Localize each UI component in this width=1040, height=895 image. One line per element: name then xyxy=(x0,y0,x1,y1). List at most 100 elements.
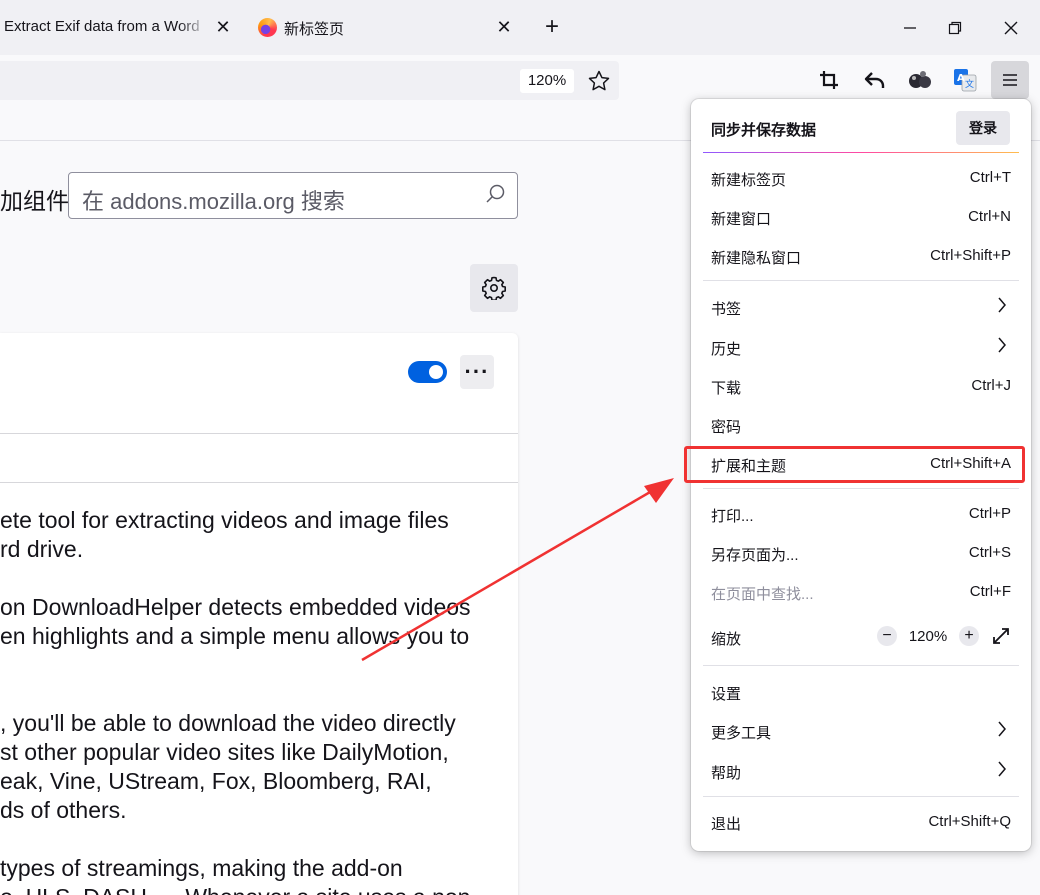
menu-item-label: 帮助 xyxy=(711,765,742,782)
menu-item-new-private-window[interactable]: 新建隐私窗口 Ctrl+Shift+P xyxy=(711,247,1011,271)
addon-more-options-button[interactable]: ··· xyxy=(460,355,494,389)
menu-item-new-tab[interactable]: 新建标签页 Ctrl+T xyxy=(711,169,1011,193)
description-line: en highlights and a simple menu allows y… xyxy=(0,623,470,649)
addon-description: ete tool for extracting videos and image… xyxy=(0,506,540,895)
menu-item-shortcut: Ctrl+Shift+Q xyxy=(928,813,1011,830)
open-menu-button[interactable] xyxy=(991,61,1029,99)
chevron-right-icon xyxy=(998,721,1006,737)
menu-item-label: 另存页面为... xyxy=(711,547,799,564)
description-line: types of streamings, making the add-on xyxy=(0,855,403,881)
close-window-button[interactable] xyxy=(997,14,1025,42)
menu-item-label: 下载 xyxy=(711,380,742,397)
search-placeholder: 在 addons.mozilla.org 搜索 xyxy=(82,189,345,214)
menu-item-shortcut: Ctrl+N xyxy=(968,208,1011,225)
zoom-in-button[interactable]: + xyxy=(959,626,979,646)
translate-icon[interactable]: A文 xyxy=(950,65,980,95)
menu-item-exit[interactable]: 退出 Ctrl+Shift+Q xyxy=(711,813,1011,837)
menu-item-shortcut: Ctrl+Shift+P xyxy=(930,247,1011,264)
addon-enable-toggle[interactable] xyxy=(408,361,447,383)
menu-item-passwords[interactable]: 密码 xyxy=(711,416,1011,440)
menu-item-shortcut: Ctrl+F xyxy=(969,583,1011,600)
menu-item-label: 密码 xyxy=(711,419,742,436)
addon-detail-card: ··· ete tool for extracting videos and i… xyxy=(0,333,518,895)
tab-title: 新标签页 xyxy=(284,21,345,38)
menu-separator xyxy=(703,796,1019,797)
menu-item-label: 新建隐私窗口 xyxy=(711,250,802,267)
close-icon xyxy=(1004,21,1018,35)
menu-item-save-page-as[interactable]: 另存页面为... Ctrl+S xyxy=(711,544,1011,568)
url-bar[interactable]: 120% xyxy=(0,61,619,100)
divider xyxy=(0,482,518,483)
menu-item-label: 新建窗口 xyxy=(711,211,772,228)
menu-item-help[interactable]: 帮助 xyxy=(711,761,1011,786)
extension-spheres-icon[interactable] xyxy=(905,65,935,95)
menu-item-more-tools[interactable]: 更多工具 xyxy=(711,721,1011,746)
zoom-reset-button[interactable]: 120% xyxy=(897,628,959,645)
tab-close-icon[interactable]: ✕ xyxy=(212,16,234,38)
tab-close-icon[interactable]: ✕ xyxy=(493,16,515,38)
tab-bar: Extract Exif data from a Word ✕ 新标签页 ✕ + xyxy=(0,0,1040,55)
addons-search-input[interactable]: 在 addons.mozilla.org 搜索 xyxy=(68,172,518,219)
toggle-knob xyxy=(429,365,443,379)
bookmark-star-icon[interactable] xyxy=(587,69,611,93)
description-line: eak, Vine, UStream, Fox, Bloomberg, RAI, xyxy=(0,768,432,794)
divider xyxy=(0,433,518,434)
zoom-out-button[interactable]: − xyxy=(877,626,897,646)
menu-item-shortcut: Ctrl+J xyxy=(971,377,1011,394)
menu-item-label: 缩放 xyxy=(711,631,742,648)
menu-separator xyxy=(703,488,1019,489)
menu-item-zoom: 缩放 − 120% + xyxy=(711,626,1011,652)
menu-item-shortcut: Ctrl+S xyxy=(968,544,1011,561)
menu-item-label: 新建标签页 xyxy=(711,172,787,189)
fullscreen-icon[interactable] xyxy=(991,626,1011,646)
menu-item-find-in-page[interactable]: 在页面中查找... Ctrl+F xyxy=(711,583,1011,607)
screenshot-crop-icon[interactable] xyxy=(814,65,844,95)
menu-item-history[interactable]: 历史 xyxy=(711,337,1011,362)
sign-in-button[interactable]: 登录 xyxy=(956,111,1010,145)
menu-item-label: 设置 xyxy=(711,686,742,703)
restore-button[interactable] xyxy=(941,14,969,42)
new-tab-button[interactable]: + xyxy=(540,15,564,39)
gear-icon xyxy=(482,276,506,300)
minimize-button[interactable] xyxy=(896,14,924,42)
menu-separator xyxy=(703,665,1019,666)
description-line: ds of others. xyxy=(0,797,127,823)
tab-extract-exif[interactable]: Extract Exif data from a Word ✕ xyxy=(0,0,240,55)
firefox-icon xyxy=(258,18,277,37)
description-line: on DownloadHelper detects embedded video… xyxy=(0,594,471,620)
menu-item-label: 书签 xyxy=(711,301,742,318)
svg-text:A: A xyxy=(957,73,965,84)
menu-item-label: 历史 xyxy=(711,341,742,358)
menu-item-settings[interactable]: 设置 xyxy=(711,683,1011,707)
menu-separator xyxy=(703,280,1019,281)
menu-item-label: 退出 xyxy=(711,816,742,833)
sync-gradient-divider xyxy=(703,152,1019,153)
menu-item-label: 在页面中查找... xyxy=(711,586,814,603)
menu-item-downloads[interactable]: 下载 Ctrl+J xyxy=(711,377,1011,401)
menu-item-new-window[interactable]: 新建窗口 Ctrl+N xyxy=(711,208,1011,232)
restore-icon xyxy=(948,21,962,35)
hamburger-menu-icon xyxy=(1003,74,1017,86)
tab-title: Extract Exif data from a Word xyxy=(4,18,200,35)
menu-item-bookmarks[interactable]: 书签 xyxy=(711,297,1011,322)
menu-item-label: 更多工具 xyxy=(711,725,772,742)
description-line: ete tool for extracting videos and image… xyxy=(0,507,449,533)
zoom-controls: − 120% + xyxy=(877,626,1011,646)
chevron-right-icon xyxy=(998,761,1006,777)
menu-item-shortcut: Ctrl+P xyxy=(968,505,1011,522)
menu-item-shortcut: Ctrl+T xyxy=(969,169,1011,186)
description-line: , you'll be able to download the video d… xyxy=(0,710,456,736)
description-line: st other popular video sites like DailyM… xyxy=(0,739,449,765)
chevron-right-icon xyxy=(998,297,1006,313)
description-line: o, HLS, DASH, ... Whenever a site uses a… xyxy=(0,883,540,895)
search-icon xyxy=(486,184,505,203)
annotation-highlight-box xyxy=(684,446,1025,483)
zoom-level-badge[interactable]: 120% xyxy=(520,69,574,93)
sync-title: 同步并保存数据 xyxy=(711,122,817,139)
tab-new-tab-page[interactable]: 新标签页 ✕ xyxy=(245,0,520,55)
description-line: rd drive. xyxy=(0,536,84,562)
menu-item-print[interactable]: 打印... Ctrl+P xyxy=(711,505,1011,529)
page-title: 加组件 xyxy=(0,188,69,214)
tools-settings-button[interactable] xyxy=(470,264,518,312)
undo-icon[interactable] xyxy=(860,65,890,95)
